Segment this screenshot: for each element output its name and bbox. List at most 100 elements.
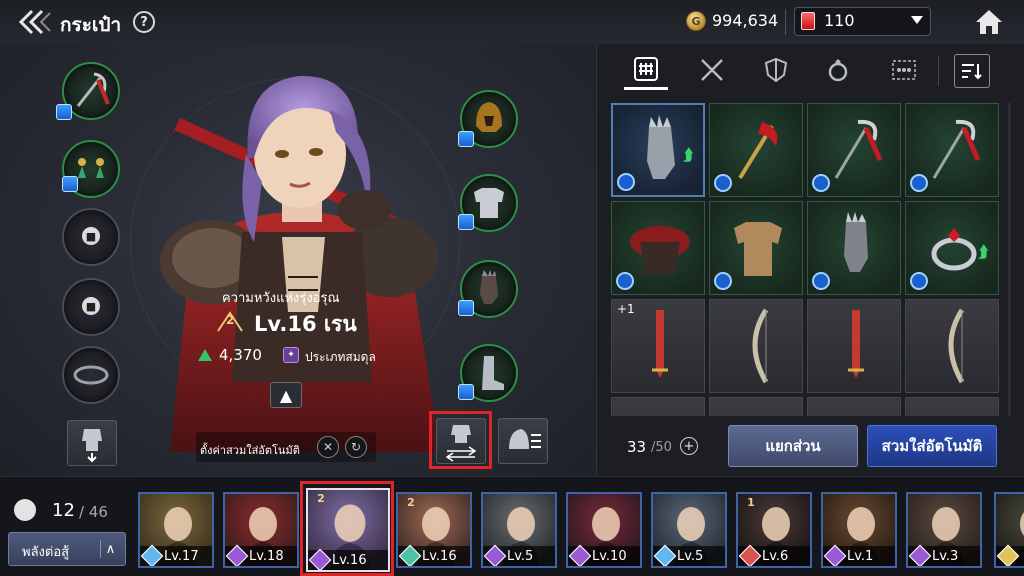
equipped-badge-icon <box>62 176 78 192</box>
belt-slot[interactable] <box>62 346 120 404</box>
character-title: ความหวังแห่งรุ่งอรุณ <box>222 291 340 306</box>
inventory-item-bone-bow[interactable] <box>709 299 803 393</box>
hero-card[interactable]: Lv.10 <box>566 492 642 568</box>
enhance-level: +1 <box>617 302 635 316</box>
equip-type-badge-icon <box>714 174 732 192</box>
tab-all[interactable] <box>624 50 668 90</box>
inventory-item-red-shoulder-armor[interactable] <box>611 201 705 295</box>
equipped-badge-icon <box>56 104 72 120</box>
inventory-grid: ⮭ ⮭ +1 <box>611 103 1005 416</box>
gem-amount: 110 <box>824 11 855 30</box>
equipped-badge-icon <box>458 384 474 400</box>
hero-card[interactable]: Lv.17 <box>138 492 214 568</box>
hero-card[interactable]: Lv.6 1 <box>736 492 812 568</box>
inventory-item-scythe-staff[interactable] <box>807 103 901 197</box>
inventory-item-red-sword[interactable] <box>807 299 901 393</box>
page-title: กระเป๋า <box>60 14 122 36</box>
dismantle-button[interactable]: แยกส่วน <box>728 425 858 467</box>
tab-accessories[interactable] <box>816 50 860 90</box>
highlight-frame <box>429 411 492 469</box>
inventory-item-steel-gauntlet[interactable] <box>807 201 901 295</box>
chevron-up-icon[interactable]: ∧ <box>100 540 120 558</box>
inventory-item-partial[interactable] <box>611 397 705 416</box>
unequip-all-button[interactable] <box>67 420 117 466</box>
equip-type-badge-icon <box>812 272 830 290</box>
upgrade-arrow-icon: ⮭ <box>683 145 693 164</box>
inventory-item-gauntlet[interactable]: ⮭ <box>611 103 705 197</box>
hero-level: Lv.3 <box>932 549 959 564</box>
inventory-item-bone-bow[interactable] <box>905 299 999 393</box>
tab-armor[interactable] <box>754 50 798 90</box>
grade-number: 2 <box>226 313 235 327</box>
combat-power-value: 4,370 <box>219 346 262 364</box>
equipped-badge-icon <box>458 300 474 316</box>
hero-max: / 46 <box>79 503 108 521</box>
inventory-item-scythe-staff[interactable] <box>905 103 999 197</box>
character-level-name: Lv.16 เรน <box>254 312 357 336</box>
close-icon[interactable]: ✕ <box>317 436 339 458</box>
home-icon[interactable] <box>974 8 1004 36</box>
character-type: ประเภทสมดุล <box>305 350 376 364</box>
hero-card[interactable]: Lv.16 2 <box>396 492 472 568</box>
dropdown-arrow-icon[interactable] <box>911 16 923 24</box>
divider <box>785 9 786 35</box>
divider <box>938 56 939 86</box>
inventory-item-ruby-ring[interactable]: ⮭ <box>905 201 999 295</box>
hero-card[interactable] <box>994 492 1024 568</box>
inventory-item-partial[interactable] <box>905 397 999 416</box>
upgrade-arrow-icon: ⮭ <box>978 242 988 261</box>
auto-equip-settings-label: ตั้งค่าสวมใส่อัตโนมัติ <box>200 444 300 457</box>
equipped-badge-icon <box>458 214 474 230</box>
hero-level: Lv.16 <box>422 549 457 564</box>
equip-type-badge-icon <box>714 272 732 290</box>
gold-amount: 994,634 <box>712 11 779 30</box>
inventory-count: 33 <box>627 438 647 456</box>
auto-equip-button[interactable]: สวมใส่อัตโนมัติ <box>867 425 997 467</box>
equipped-badge-icon <box>458 131 474 147</box>
inventory-item-red-staff[interactable] <box>709 103 803 197</box>
hero-level: Lv.18 <box>249 549 284 564</box>
preset-settings-button[interactable] <box>498 418 548 464</box>
inventory-item-red-sword[interactable]: +1 <box>611 299 705 393</box>
hero-level: Lv.10 <box>592 549 627 564</box>
inventory-max: /50 <box>651 440 672 455</box>
hero-grade: 2 <box>407 496 415 509</box>
scrollbar[interactable] <box>1008 103 1011 416</box>
expand-inventory-button[interactable]: + <box>680 437 698 455</box>
hero-level: Lv.6 <box>762 549 789 564</box>
tab-weapons[interactable] <box>690 50 734 90</box>
hero-card[interactable]: Lv.5 <box>651 492 727 568</box>
equip-type-badge-icon <box>812 174 830 192</box>
ruby-gem-icon <box>801 12 815 30</box>
sort-label: พลังต่อสู้ <box>22 545 70 560</box>
refresh-icon[interactable]: ↻ <box>345 436 367 458</box>
hero-level: Lv.5 <box>677 549 704 564</box>
sort-icon[interactable] <box>954 54 990 88</box>
hero-card[interactable]: Lv.3 <box>906 492 982 568</box>
inventory-item-partial[interactable] <box>709 397 803 416</box>
gold-coin-icon: G <box>686 11 706 31</box>
hero-card[interactable]: Lv.18 <box>223 492 299 568</box>
hero-card[interactable]: Lv.1 <box>821 492 897 568</box>
inventory-item-leather-tunic[interactable] <box>709 201 803 295</box>
helmet-icon <box>14 499 36 521</box>
hero-level: Lv.17 <box>164 549 199 564</box>
hero-count: 12 <box>52 500 75 521</box>
hero-level: Lv.5 <box>507 549 534 564</box>
hero-grade: 1 <box>747 496 755 509</box>
help-icon[interactable]: ? <box>133 11 155 33</box>
equip-type-badge-icon <box>910 174 928 192</box>
lock-icon: ■ <box>82 227 100 245</box>
back-icon[interactable] <box>18 8 52 36</box>
inventory-item-partial[interactable] <box>807 397 901 416</box>
equip-type-badge-icon <box>910 272 928 290</box>
tab-more[interactable] <box>882 50 926 90</box>
expand-up-button[interactable]: ▲ <box>270 382 302 408</box>
combat-power-icon <box>196 347 214 363</box>
selected-hero-frame <box>300 481 394 576</box>
equip-type-badge-icon <box>616 272 634 290</box>
hero-level: Lv.1 <box>847 549 874 564</box>
balance-type-icon: ✦ <box>283 347 299 363</box>
lock-icon: ■ <box>82 297 100 315</box>
hero-card[interactable]: Lv.5 <box>481 492 557 568</box>
